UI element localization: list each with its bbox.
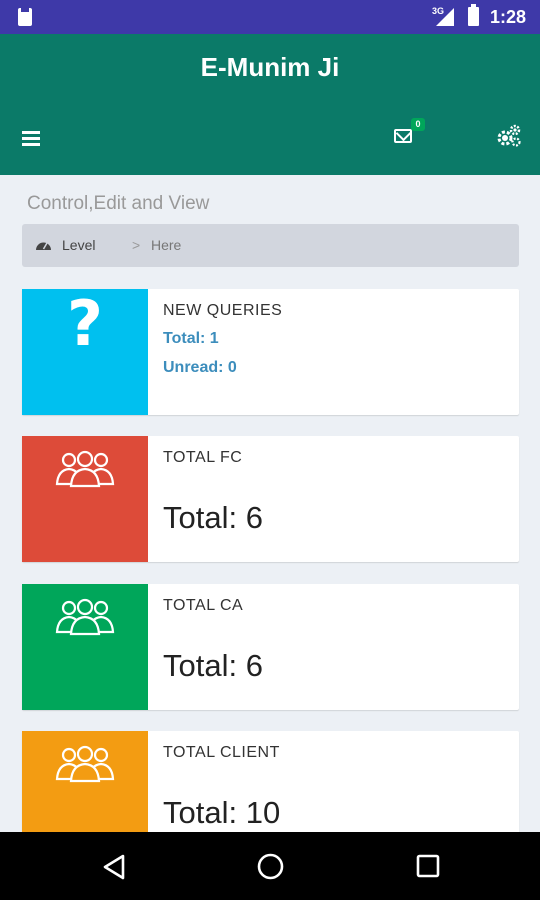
- total-ca-card[interactable]: TOTAL CA Total: 6: [22, 584, 519, 710]
- total-ca-icon-box: [22, 584, 148, 710]
- battery-icon: [468, 4, 479, 26]
- card-label: NEW QUERIES: [163, 302, 283, 319]
- users-icon: [55, 598, 115, 636]
- queries-unread: Unread: 0: [163, 359, 237, 376]
- clock: 1:28: [490, 7, 527, 27]
- back-icon[interactable]: [102, 854, 126, 880]
- app-header: E-Munim Ji 0: [0, 34, 540, 175]
- total-ca-value: Total: 6: [163, 648, 263, 683]
- card-label: TOTAL CLIENT: [163, 744, 280, 761]
- recents-icon[interactable]: [416, 854, 440, 878]
- users-icon: [55, 745, 115, 783]
- total-fc-card[interactable]: TOTAL FC Total: 6: [22, 436, 519, 562]
- new-queries-card[interactable]: ? NEW QUERIES Total: 1 Unread: 0: [22, 289, 519, 415]
- mail-icon[interactable]: [394, 129, 412, 143]
- sd-card-icon: [18, 7, 32, 26]
- notification-badge: 0: [411, 118, 425, 131]
- system-nav-bar: [0, 832, 540, 900]
- app-title: E-Munim Ji: [200, 52, 340, 82]
- queries-total: Total: 1: [163, 330, 219, 347]
- network-type: 3G: [432, 6, 445, 16]
- card-label: TOTAL FC: [163, 449, 243, 466]
- total-fc-value: Total: 6: [163, 500, 263, 535]
- breadcrumb: Level > Here: [22, 224, 519, 267]
- new-queries-icon-box: ?: [22, 289, 148, 415]
- home-icon[interactable]: [257, 853, 284, 880]
- menu-icon[interactable]: [22, 131, 40, 146]
- page-subtitle: Control,Edit and View: [27, 193, 210, 214]
- users-icon: [55, 450, 115, 488]
- breadcrumb-separator: >: [132, 237, 141, 253]
- status-bar: 3G 1:28: [0, 0, 540, 34]
- total-fc-icon-box: [22, 436, 148, 562]
- breadcrumb-current: Here: [151, 237, 182, 253]
- breadcrumb-level-link[interactable]: Level: [62, 224, 95, 267]
- settings-gears-icon[interactable]: [496, 124, 522, 148]
- dashboard-icon: [36, 242, 51, 250]
- card-label: TOTAL CA: [163, 597, 244, 614]
- question-icon: ?: [67, 287, 103, 360]
- total-client-value: Total: 10: [163, 795, 281, 830]
